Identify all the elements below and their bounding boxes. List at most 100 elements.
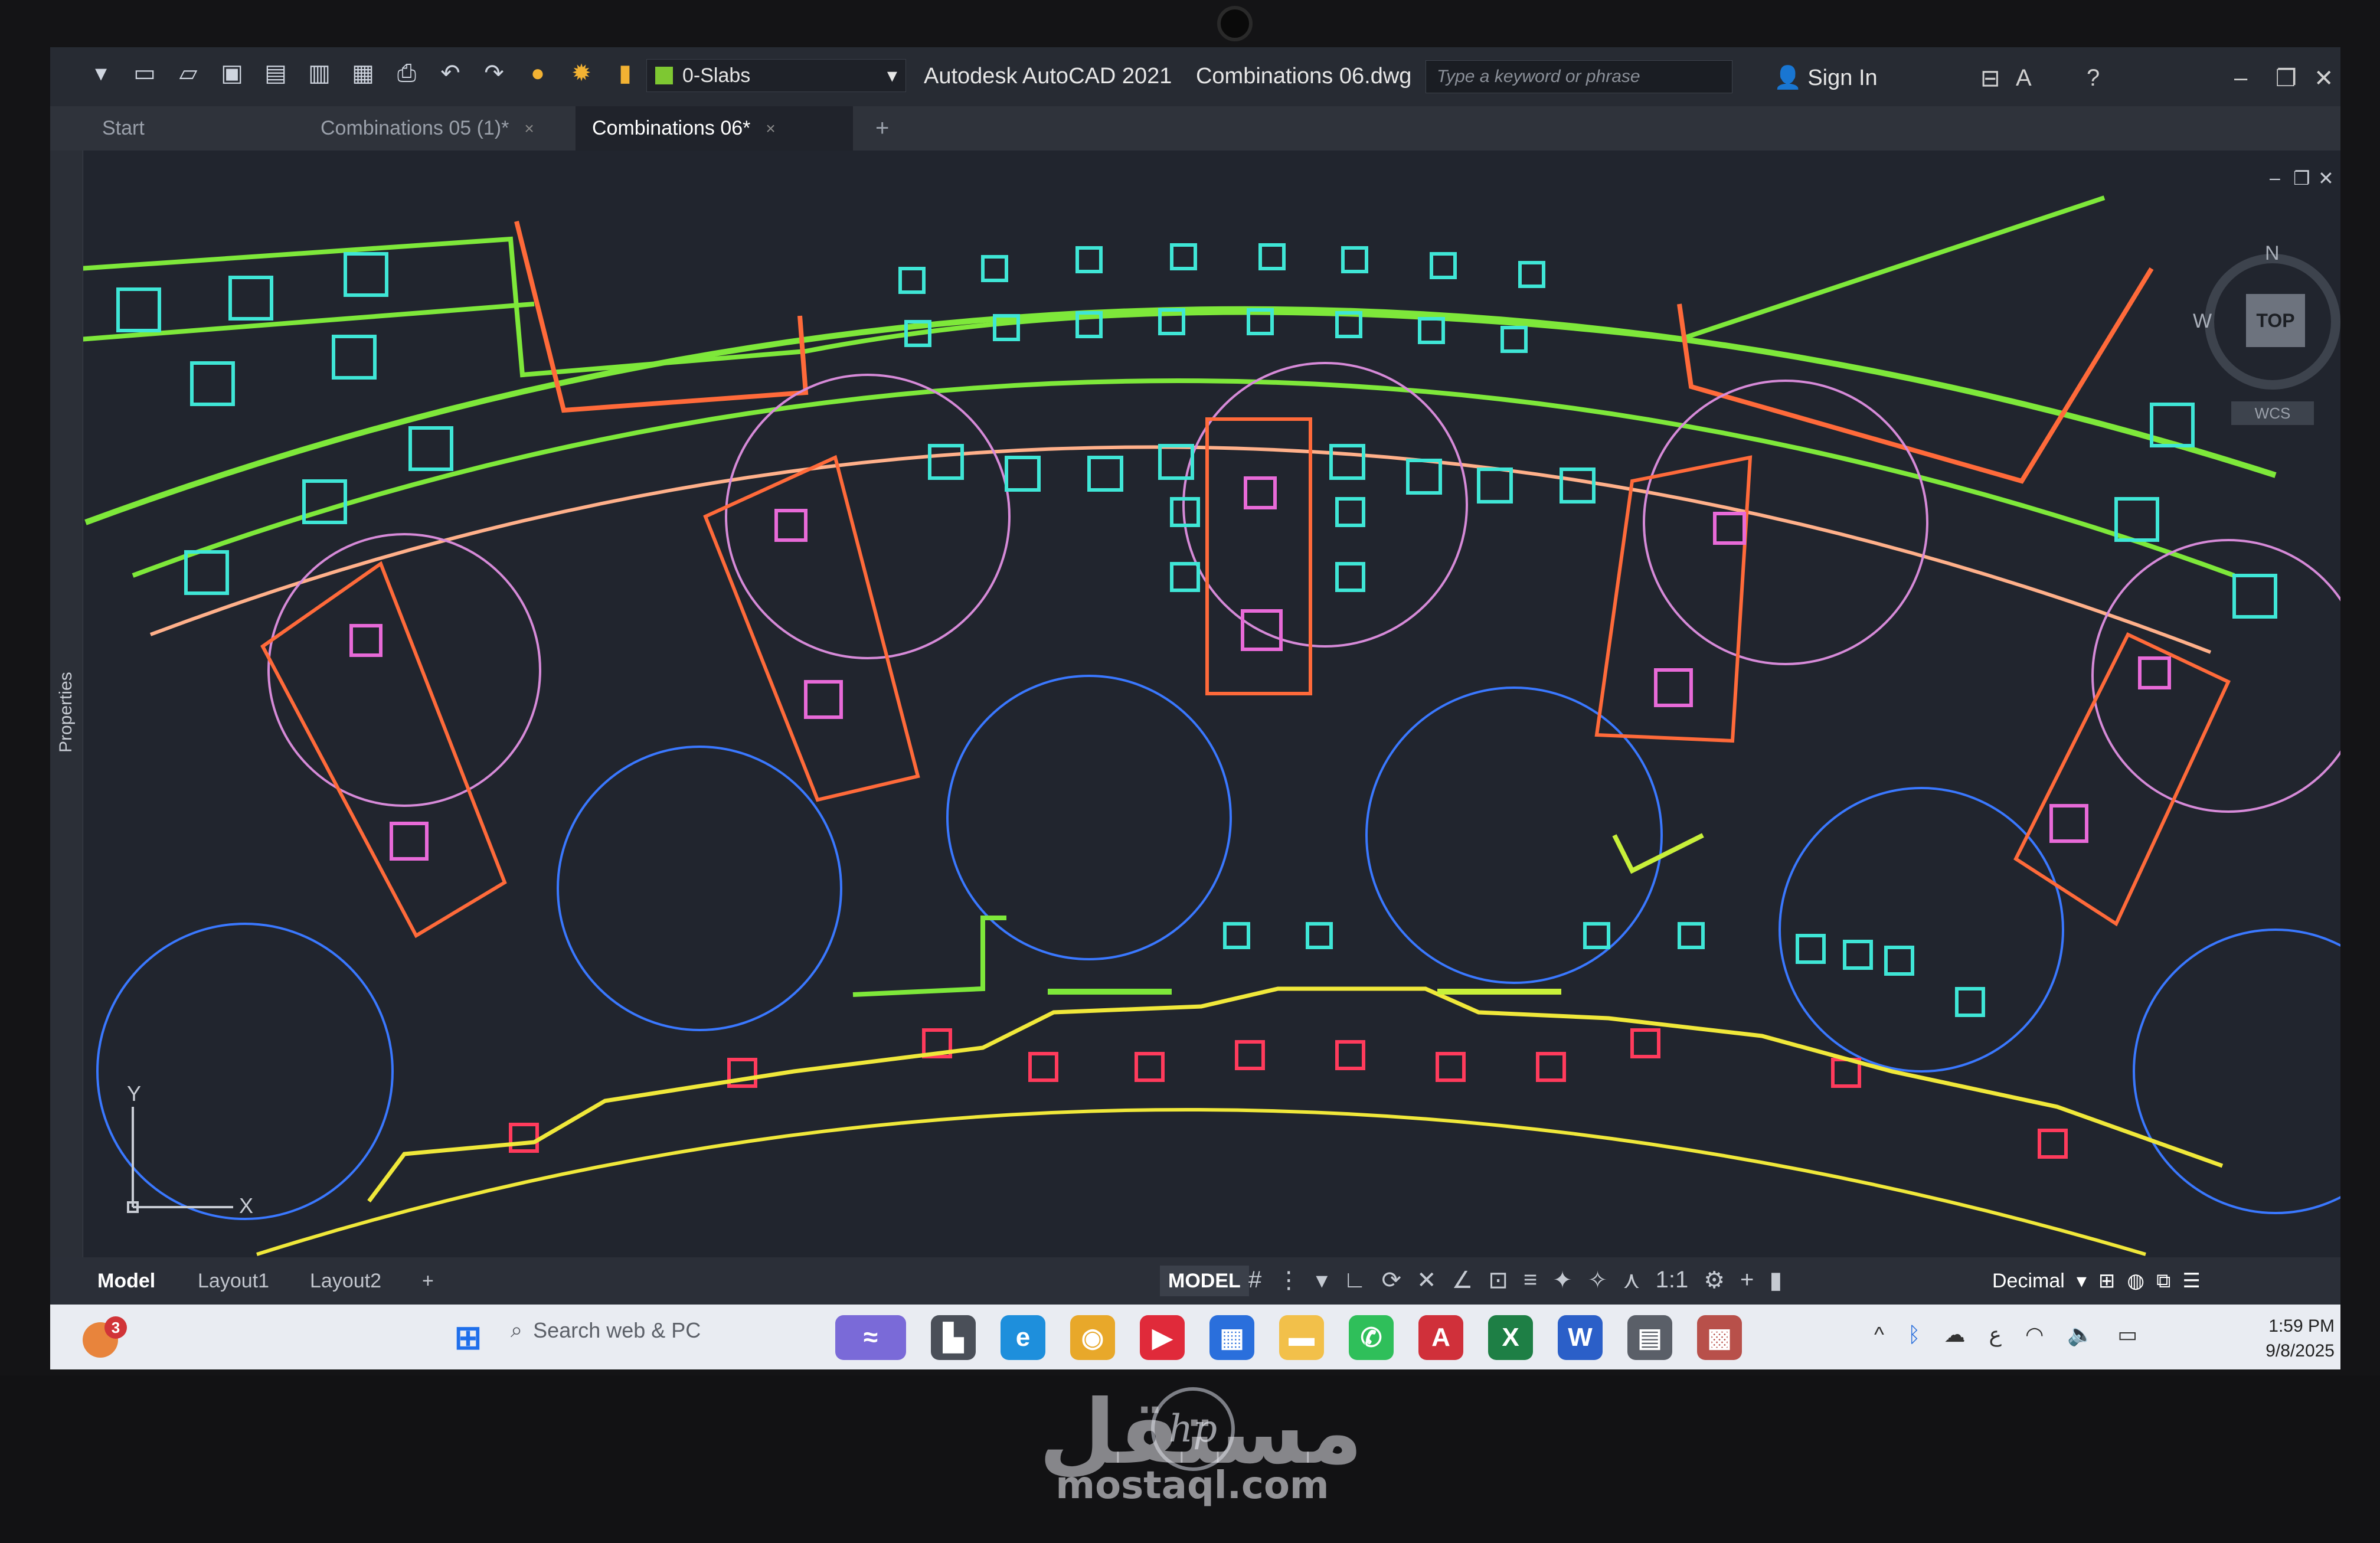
windows-start-icon[interactable]: ⊞ [446,1315,491,1360]
help-icon[interactable]: ? [2087,65,2100,91]
ortho-icon[interactable]: ∟ [1343,1267,1366,1294]
quick-properties-icon[interactable]: ▮ [1769,1267,1782,1294]
customize-icon[interactable]: ☰ [2182,1269,2200,1293]
bluetooth-icon[interactable]: ᛒ [1908,1322,1921,1347]
autoscale-icon[interactable]: ✧ [1588,1267,1608,1294]
annotation-scale-icon[interactable]: ⋏ [1623,1267,1640,1294]
restore-icon[interactable]: ❐ [2276,65,2297,92]
volume-icon[interactable]: 🔈 [2067,1322,2094,1347]
chevron-up-icon[interactable]: ^ [1874,1322,1884,1347]
new-icon[interactable]: ▭ [129,58,160,89]
edge-icon[interactable]: e [1001,1315,1045,1360]
drawing-minimize-icon[interactable]: – [2270,167,2280,189]
whatsapp-icon[interactable]: ✆ [1349,1315,1394,1360]
layer-freeze-icon[interactable]: ✹ [566,58,597,89]
tab-label: Combinations 06* [592,117,751,139]
redo-icon[interactable]: ↷ [479,58,509,89]
autodesk-a-icon[interactable]: A [2016,65,2032,91]
app-menu-icon[interactable]: ▾ [86,58,116,89]
plus-icon[interactable]: + [1740,1267,1754,1294]
taskbar-search[interactable]: ⌕ Search web & PC [511,1318,701,1343]
close-icon[interactable]: × [524,119,534,138]
save-as-icon[interactable]: ▤ [260,58,291,89]
search-input[interactable]: Type a keyword or phrase [1426,60,1732,93]
search-icon: ⌕ [511,1318,523,1342]
otrack-icon[interactable]: ∠ [1452,1267,1473,1294]
units-dropdown[interactable]: Decimal ▾ ⊞ ◍ ⧉ ☰ [1992,1266,2201,1296]
youtube-icon[interactable]: ▶ [1140,1315,1185,1360]
blue-circle [1779,787,2064,1073]
battery-icon[interactable]: ▭ [2117,1322,2137,1347]
task-view-icon[interactable]: ▙ [931,1315,976,1360]
annotation-scale-value[interactable]: 1:1 [1656,1267,1689,1294]
workspace-gear-icon[interactable]: ⚙ [1704,1267,1725,1294]
photos-icon[interactable]: ▩ [1697,1315,1742,1360]
autocad-icon[interactable]: A [1418,1315,1463,1360]
blue-circle [2133,929,2340,1214]
polar-icon[interactable]: ⟳ [1382,1267,1402,1294]
copilot-icon[interactable]: ≈ [835,1315,906,1360]
clock[interactable]: 1:59 PM 9/8/2025 [2228,1314,2335,1364]
tab-start[interactable]: Start [86,106,204,151]
wifi-icon[interactable]: ◠ [2025,1322,2044,1347]
system-tray: ^ ᛒ ☁ ع ◠ 🔈 ▭ [1874,1322,2137,1347]
save-icon[interactable]: ▣ [217,58,247,89]
viewcube-top-face[interactable]: TOP [2246,294,2305,347]
snap-icon[interactable]: ⋮ [1277,1267,1300,1294]
drafting-toggles: # ⋮ ▾ ∟ ⟳ ✕ ∠ ⊡ ≡ ✦ ✧ ⋏ 1:1 ⚙ + ▮ [1248,1267,1782,1294]
grid-icon[interactable]: # [1248,1267,1261,1294]
open-icon[interactable]: ▱ [173,58,204,89]
drawing-restore-icon[interactable]: ❐ [2293,167,2310,189]
layout-tab-layout2[interactable]: Layout2 [310,1257,381,1305]
lineweight-icon[interactable]: ≡ [1524,1267,1537,1294]
green-band-left [79,302,535,342]
excel-icon[interactable]: X [1488,1315,1533,1360]
close-icon[interactable]: ✕ [2314,65,2334,92]
close-icon[interactable]: × [766,119,775,138]
publish-icon[interactable]: ▦ [348,58,378,89]
tab-combinations-05[interactable]: Combinations 05 (1)* × [304,106,576,151]
orange-core [1205,417,1312,695]
clean-screen-icon[interactable]: ⧉ [2156,1270,2170,1293]
dynucs-icon[interactable]: ⊡ [1488,1267,1508,1294]
viewcube[interactable]: TOP N W E WCS [2193,242,2340,425]
osnap-icon[interactable]: ✕ [1417,1267,1437,1294]
layer-lock-icon[interactable]: ▮ [610,58,640,89]
status-bar: Model Layout1 Layout2 + MODEL # ⋮ ▾ ∟ ⟳ … [50,1257,2340,1305]
compass-east[interactable]: E [2339,310,2340,333]
add-layout-button[interactable]: + [422,1257,434,1305]
model-space-button[interactable]: MODEL [1160,1266,1249,1296]
word-icon[interactable]: W [1558,1315,1603,1360]
model-space-canvas[interactable]: Y X – ❐ ✕ [50,151,2340,1257]
exchange-icon[interactable]: ⊟ [1980,65,2000,92]
language-icon[interactable]: ع [1989,1322,2002,1347]
orange-core [703,455,920,802]
onedrive-icon[interactable]: ☁ [1944,1322,1966,1347]
hardware-accel-icon[interactable]: ◍ [2127,1269,2144,1293]
isolate-icon[interactable]: ⊞ [2098,1269,2116,1293]
layer-on-icon[interactable]: ● [522,58,553,89]
print-icon[interactable]: ⎙ [391,58,422,89]
wcs-menu[interactable]: WCS [2231,401,2314,425]
annotation-visibility-icon[interactable]: ✦ [1552,1267,1572,1294]
chrome-icon[interactable]: ◉ [1070,1315,1115,1360]
calculator-icon[interactable]: ▤ [1627,1315,1672,1360]
layer-name: 0-Slabs [682,64,751,87]
chevron-down-icon[interactable]: ▾ [1316,1267,1328,1294]
compass-west[interactable]: W [2193,310,2212,333]
layout-tab-model[interactable]: Model [97,1257,155,1305]
minimize-icon[interactable]: – [2234,65,2247,91]
compass-north[interactable]: N [2265,242,2280,265]
layout-tab-layout1[interactable]: Layout1 [198,1257,269,1305]
layer-dropdown[interactable]: 0-Slabs ▾ [646,59,906,92]
orange-core [1594,455,1753,743]
tab-combinations-06[interactable]: Combinations 06* × [576,106,853,151]
drawing-close-icon[interactable]: ✕ [2318,167,2334,189]
file-explorer-icon[interactable]: ▬ [1279,1315,1324,1360]
store-icon[interactable]: ▦ [1209,1315,1254,1360]
sign-in-button[interactable]: 👤 Sign In [1774,65,1878,91]
plot-icon[interactable]: ▥ [304,58,335,89]
new-tab-button[interactable]: + [859,106,906,151]
properties-palette-strip[interactable]: Properties [50,151,83,1257]
undo-icon[interactable]: ↶ [435,58,466,89]
